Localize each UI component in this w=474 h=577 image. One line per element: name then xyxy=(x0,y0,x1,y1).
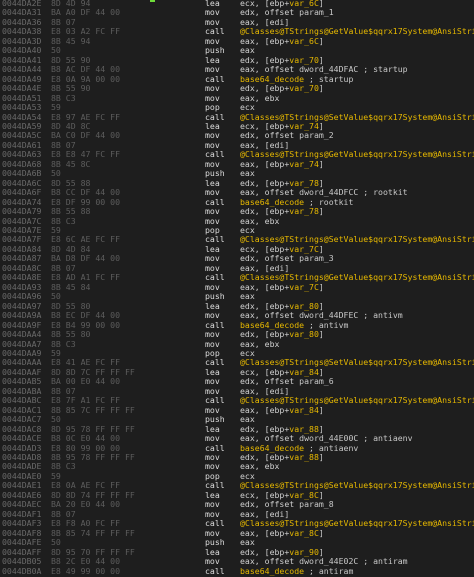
operand-tail: ] xyxy=(318,281,324,292)
operand-tail: ] xyxy=(318,206,324,217)
operand-tail: ] xyxy=(318,527,324,538)
listing-row[interactable]: 0044DAF8 8B 85 74 FF FF FF mov eax, [ebp+va… xyxy=(0,527,474,538)
operand-tail: ] xyxy=(318,404,324,415)
operand-tail: ] xyxy=(318,158,324,169)
symbol-reference[interactable]: var_88 xyxy=(289,452,319,462)
listing-row[interactable]: 0044DA68 8B 45 8C mov eax, [ebp+var_74] xyxy=(0,158,474,169)
symbol-reference[interactable]: base64_decode xyxy=(240,566,304,576)
symbol-reference[interactable]: var_8C xyxy=(289,528,319,538)
symbol-reference[interactable]: var_70 xyxy=(289,83,319,93)
listing-row[interactable]: 0044DA7C 8B C3 mov eax, ebx xyxy=(0,216,474,226)
opcode-bytes: 8B 85 7C FF FF FF xyxy=(51,404,135,415)
opcode-bytes: 8B 85 74 FF FF FF xyxy=(51,527,135,538)
listing-row[interactable]: 0044DA93 8B 45 84 mov eax, [ebp+var_7C] xyxy=(0,281,474,292)
listing-row[interactable]: 0044DAA7 8B C3 mov eax, ebx xyxy=(0,339,474,349)
symbol-reference[interactable]: var_7C xyxy=(289,282,319,292)
operand-tail: param_3 xyxy=(299,253,334,264)
symbol-reference[interactable]: var_84 xyxy=(289,405,319,415)
symbol-reference[interactable]: var_6C xyxy=(289,36,319,46)
mnemonic: call xyxy=(205,565,225,576)
listing-row[interactable]: 0044DB0A E8 49 99 00 00 call base64_decode … xyxy=(0,565,474,576)
operands: base64_decode ; antiram xyxy=(240,565,354,576)
address[interactable]: 0044DB0A xyxy=(2,566,41,576)
symbol-reference[interactable]: var_74 xyxy=(289,159,319,169)
operand-tail: ] xyxy=(318,452,324,463)
operand-tail: ] xyxy=(318,83,324,94)
listing-row[interactable]: 0044DADE 8B C3 mov eax, ebx xyxy=(0,462,474,472)
listing-row[interactable]: 0044DAC1 8B 85 7C FF FF FF mov eax, [ebp+va… xyxy=(0,404,474,415)
disassembly-listing[interactable]: 0044DA2E 8D 4D 94 lea ecx, [ebp+var_6C] 0044… xyxy=(0,0,474,577)
listing-row[interactable]: 0044DA51 8B C3 mov eax, ebx xyxy=(0,93,474,103)
symbol-reference[interactable]: var_78 xyxy=(289,206,319,216)
operand-tail: ; antiram xyxy=(304,565,354,576)
operand-tail: ] xyxy=(318,329,324,340)
operand-tail: ] xyxy=(318,35,324,46)
listing-row[interactable]: 0044DA3D 8B 45 94 mov eax, [ebp+var_6C] xyxy=(0,35,474,46)
operand-tail: param_1 xyxy=(299,7,334,18)
symbol-reference[interactable]: var_80 xyxy=(289,329,319,339)
opcode-bytes: E8 49 99 00 00 xyxy=(51,565,121,576)
operand-tail: param_2 xyxy=(299,130,334,141)
operand-tail: param_8 xyxy=(299,499,334,510)
operand-tail: param_6 xyxy=(299,376,334,387)
